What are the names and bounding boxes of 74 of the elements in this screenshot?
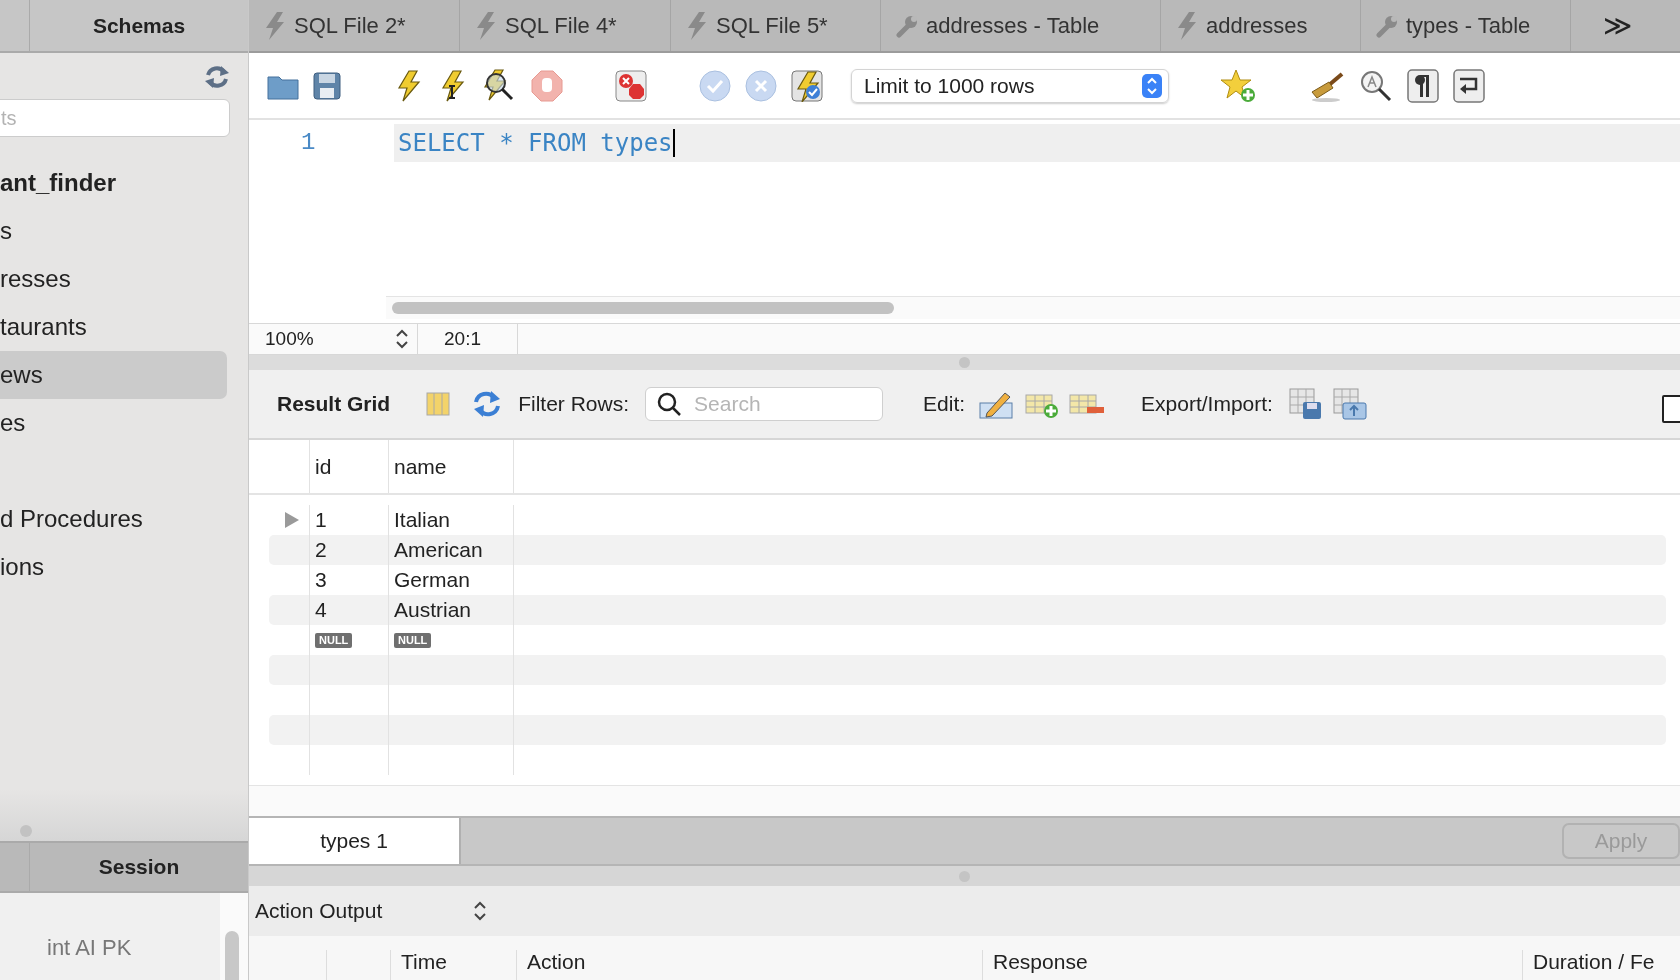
stepper-icon bbox=[473, 900, 487, 922]
table-cell: 4 bbox=[315, 598, 327, 622]
bolt-icon bbox=[475, 11, 497, 40]
column-header[interactable]: Response bbox=[983, 950, 1523, 980]
search-field[interactable]: ts bbox=[0, 99, 230, 137]
editor-tab[interactable]: SQL File 2* bbox=[249, 0, 460, 51]
tree-item[interactable]: ant_finder bbox=[0, 159, 227, 207]
bolt-icon bbox=[1176, 11, 1198, 40]
column-header[interactable]: Duration / Fe bbox=[1523, 950, 1680, 980]
table-cell: 2 bbox=[315, 538, 327, 562]
splitter-handle[interactable] bbox=[20, 825, 32, 837]
wrench-icon bbox=[896, 13, 918, 38]
column-header[interactable]: Action bbox=[517, 950, 983, 980]
wrap-icon[interactable] bbox=[1453, 68, 1485, 103]
limit-dropdown[interactable]: Limit to 1000 rows bbox=[851, 68, 1169, 103]
more-tabs-button[interactable]: ≫ bbox=[1571, 0, 1680, 51]
tree-item[interactable]: ions bbox=[0, 543, 227, 591]
bolt-icon bbox=[264, 11, 286, 40]
tree-item[interactable]: taurants bbox=[0, 303, 227, 351]
editor-tab[interactable]: addresses bbox=[1161, 0, 1361, 51]
bolt-icon bbox=[686, 11, 708, 40]
table-cell: Italian bbox=[394, 508, 451, 532]
tree-item[interactable]: d Procedures bbox=[0, 495, 227, 543]
column-header[interactable]: name bbox=[394, 454, 447, 479]
table-cell: 3 bbox=[315, 568, 327, 592]
table-cell: American bbox=[394, 538, 483, 562]
output-selector[interactable]: Action Output bbox=[255, 899, 487, 923]
tree-item[interactable]: es bbox=[0, 399, 227, 447]
import-icon[interactable] bbox=[1332, 388, 1367, 420]
pilcrow-icon[interactable] bbox=[1407, 68, 1439, 103]
cursor-position: 20:1 bbox=[444, 328, 481, 350]
editor-tab[interactable]: SQL File 4* bbox=[460, 0, 671, 51]
search-icon bbox=[657, 392, 682, 416]
search-field[interactable]: Search bbox=[645, 387, 884, 421]
line-number: 1 bbox=[300, 128, 317, 158]
check-icon[interactable] bbox=[699, 69, 731, 102]
export-icon[interactable] bbox=[1288, 388, 1323, 420]
sql-code: SELECT * FROM types bbox=[398, 129, 675, 157]
search-icon[interactable] bbox=[1359, 68, 1393, 103]
stepper-icon[interactable] bbox=[395, 328, 409, 350]
filter-rows-label: Filter Rows: bbox=[518, 392, 630, 416]
table-cell: Austrian bbox=[394, 598, 472, 622]
bolt-check-icon[interactable] bbox=[791, 69, 823, 102]
zoom-level: 100% bbox=[265, 328, 314, 350]
edit-label: Edit: bbox=[923, 392, 966, 416]
null-badge: NULL bbox=[315, 632, 353, 648]
scrollbar[interactable] bbox=[225, 931, 239, 980]
editor-tab[interactable]: addresses - Table bbox=[881, 0, 1161, 51]
column-header[interactable]: Time bbox=[391, 950, 517, 980]
refresh-icon[interactable] bbox=[472, 390, 503, 418]
star-add-icon[interactable] bbox=[1221, 68, 1257, 103]
result-tab[interactable]: types 1 bbox=[249, 818, 461, 864]
editor-tab[interactable]: SQL File 5* bbox=[671, 0, 881, 51]
table-cell: 1 bbox=[315, 508, 327, 532]
export-import-label: Export/Import: bbox=[1141, 392, 1273, 416]
table-cell: German bbox=[394, 568, 470, 592]
session-text: int AI PK bbox=[47, 935, 132, 962]
save-icon[interactable] bbox=[313, 71, 341, 100]
null-badge: NULL bbox=[394, 632, 432, 648]
splitter-handle[interactable] bbox=[959, 357, 970, 368]
tree-item[interactable]: resses bbox=[0, 255, 227, 303]
scrollbar[interactable] bbox=[392, 302, 894, 314]
editor-tab[interactable]: types - Table bbox=[1361, 0, 1571, 51]
stop-error-icon[interactable] bbox=[615, 69, 647, 102]
refresh-icon[interactable] bbox=[204, 65, 230, 89]
stop-icon[interactable] bbox=[531, 69, 563, 102]
column-header[interactable]: id bbox=[315, 454, 332, 479]
tree-item[interactable]: ews bbox=[0, 351, 227, 399]
wrench-icon bbox=[1376, 13, 1398, 38]
panel-toggle-icon[interactable] bbox=[1662, 395, 1680, 423]
result-grid-label: Result Grid bbox=[277, 392, 391, 416]
current-row-icon bbox=[285, 512, 299, 528]
stepper-icon bbox=[1142, 73, 1162, 98]
tree-item[interactable]: s bbox=[0, 207, 227, 255]
